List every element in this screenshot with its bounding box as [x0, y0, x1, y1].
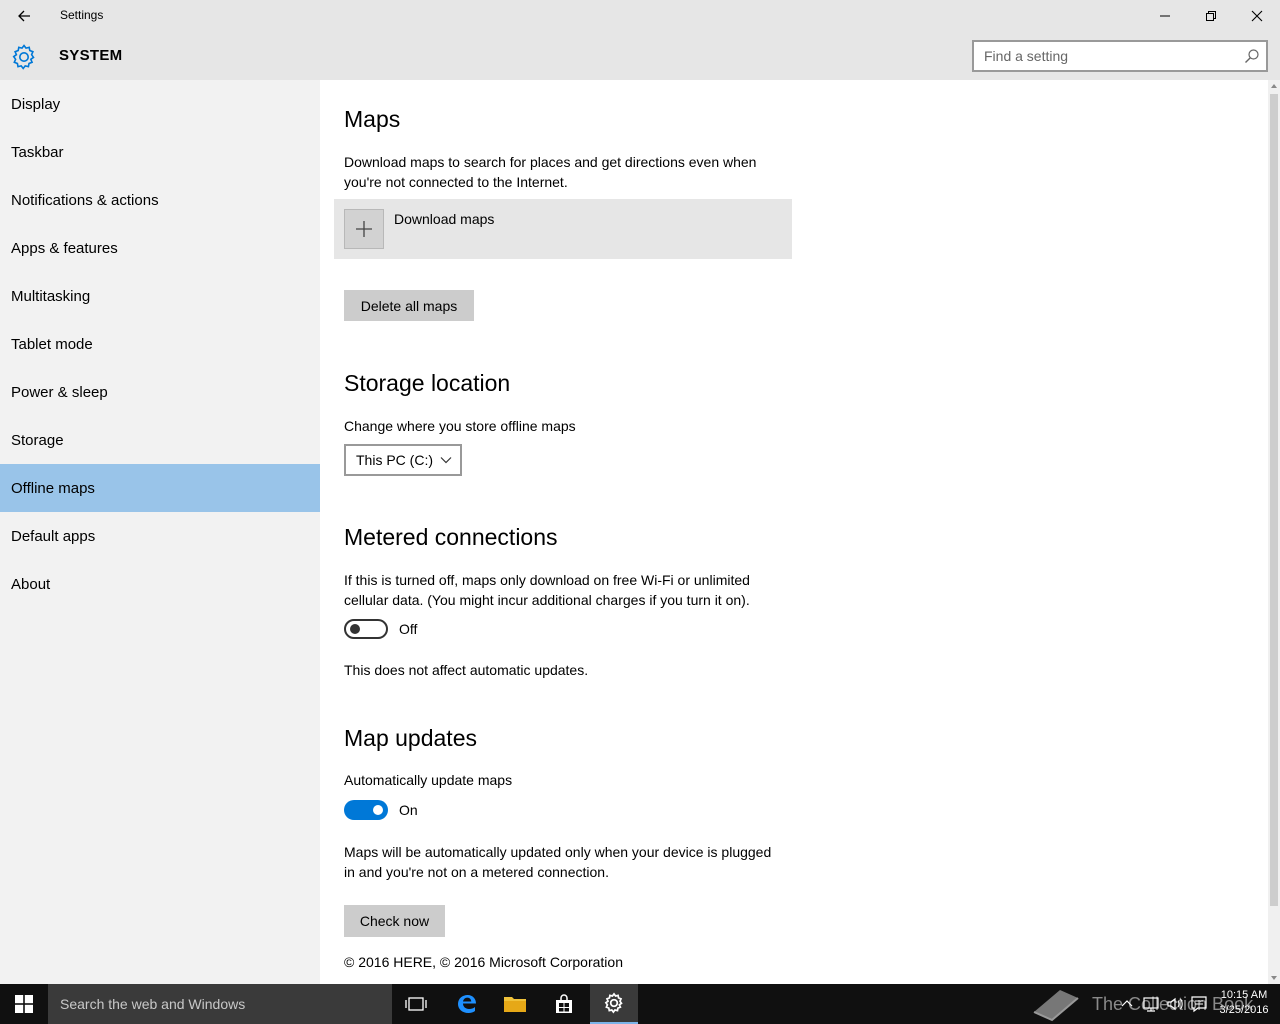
content-scrollbar[interactable] [1268, 80, 1280, 984]
start-button[interactable] [0, 984, 48, 1024]
toggle-knob [373, 805, 383, 815]
file-explorer-button[interactable] [491, 984, 539, 1024]
metered-heading: Metered connections [344, 524, 558, 550]
windows-logo-icon [15, 995, 33, 1013]
volume-icon[interactable] [1166, 995, 1184, 1013]
store-bag-icon [556, 994, 572, 1013]
clock-time: 10:15 AM [1220, 989, 1268, 1001]
gear-icon [604, 992, 623, 1014]
close-button[interactable] [1234, 0, 1280, 32]
plus-icon [356, 221, 372, 237]
toggle-knob [350, 624, 360, 634]
metered-description: If this is turned off, maps only downloa… [344, 572, 750, 608]
sidebar-item-storage[interactable]: Storage [0, 416, 320, 464]
auto-update-toggle[interactable] [344, 800, 388, 820]
sidebar-item-display[interactable]: Display [0, 80, 320, 128]
task-view-icon [405, 997, 427, 1011]
restore-icon [1206, 11, 1216, 21]
book-watermark-icon [1033, 990, 1079, 1022]
taskbar-search-box[interactable] [48, 984, 392, 1024]
storage-description: Change where you store offline maps [344, 418, 576, 434]
updates-description: Automatically update maps [344, 772, 513, 788]
dropdown-value: This PC (C:) [356, 452, 433, 468]
content-pane: Maps Download maps to search for places … [320, 80, 1268, 984]
taskbar: The Collection Book 10:15 AM 3/25/2016 [0, 984, 1280, 1024]
find-setting-search[interactable] [972, 40, 1268, 72]
clock-date: 3/25/2016 [1219, 1004, 1269, 1016]
taskbar-search-input[interactable] [48, 984, 392, 1024]
scrollbar-thumb[interactable] [1270, 94, 1278, 906]
auto-update-toggle-state: On [399, 802, 418, 818]
minimize-icon [1160, 15, 1170, 17]
sidebar-item-about[interactable]: About [0, 560, 320, 608]
sidebar-item-apps-features[interactable]: Apps & features [0, 224, 320, 272]
title-bar: Settings [0, 0, 1280, 32]
maps-description: Download maps to search for places and g… [344, 154, 757, 190]
download-maps-button[interactable]: Download maps [334, 199, 792, 259]
sidebar-item-taskbar[interactable]: Taskbar [0, 128, 320, 176]
gear-icon [12, 44, 35, 70]
search-icon [1245, 49, 1259, 63]
sidebar-item-offline-maps[interactable]: Offline maps [0, 464, 320, 512]
sidebar-item-default-apps[interactable]: Default apps [0, 512, 320, 560]
section-title: SYSTEM [59, 47, 123, 64]
search-input[interactable] [974, 42, 1229, 70]
store-button[interactable] [540, 984, 588, 1024]
maps-heading: Maps [344, 106, 401, 132]
metered-note: This does not affect automatic updates. [344, 662, 589, 678]
updates-note: Maps will be automatically updated only … [344, 844, 772, 880]
close-icon [1251, 10, 1263, 22]
sidebar-item-power-sleep[interactable]: Power & sleep [0, 368, 320, 416]
folder-icon [504, 997, 526, 1012]
chevron-down-icon [440, 457, 452, 464]
sidebar-nav: Display Taskbar Notifications & actions … [0, 80, 320, 984]
back-button[interactable] [0, 0, 48, 32]
task-view-button[interactable] [392, 984, 440, 1024]
network-icon[interactable] [1142, 995, 1160, 1013]
check-now-button[interactable]: Check now [344, 905, 445, 937]
window-title: Settings [60, 8, 104, 22]
edge-browser-icon [458, 995, 476, 1013]
scroll-down-arrow-icon[interactable] [1271, 976, 1277, 980]
updates-heading: Map updates [344, 725, 477, 751]
sidebar-item-notifications[interactable]: Notifications & actions [0, 176, 320, 224]
delete-all-maps-button[interactable]: Delete all maps [344, 290, 474, 321]
show-hidden-icons-chevron-icon[interactable] [1121, 998, 1133, 1008]
settings-taskbar-button[interactable] [590, 984, 638, 1024]
storage-heading: Storage location [344, 370, 511, 396]
sidebar-item-tablet-mode[interactable]: Tablet mode [0, 320, 320, 368]
restore-button[interactable] [1188, 0, 1234, 32]
edge-button[interactable] [443, 984, 491, 1024]
plus-icon-tile [344, 209, 384, 249]
copyright-text: © 2016 HERE, © 2016 Microsoft Corporatio… [344, 954, 623, 970]
back-arrow-icon [18, 10, 30, 22]
metered-toggle-state: Off [399, 621, 418, 637]
download-maps-label: Download maps [394, 211, 495, 227]
minimize-button[interactable] [1142, 0, 1188, 32]
metered-toggle[interactable] [344, 619, 388, 639]
settings-header: SYSTEM [0, 32, 1280, 80]
action-center-icon[interactable] [1190, 995, 1208, 1013]
sidebar-item-multitasking[interactable]: Multitasking [0, 272, 320, 320]
scroll-up-arrow-icon[interactable] [1271, 84, 1277, 88]
system-clock[interactable]: 10:15 AM 3/25/2016 [1214, 988, 1274, 1018]
storage-location-dropdown[interactable]: This PC (C:) [344, 444, 462, 476]
